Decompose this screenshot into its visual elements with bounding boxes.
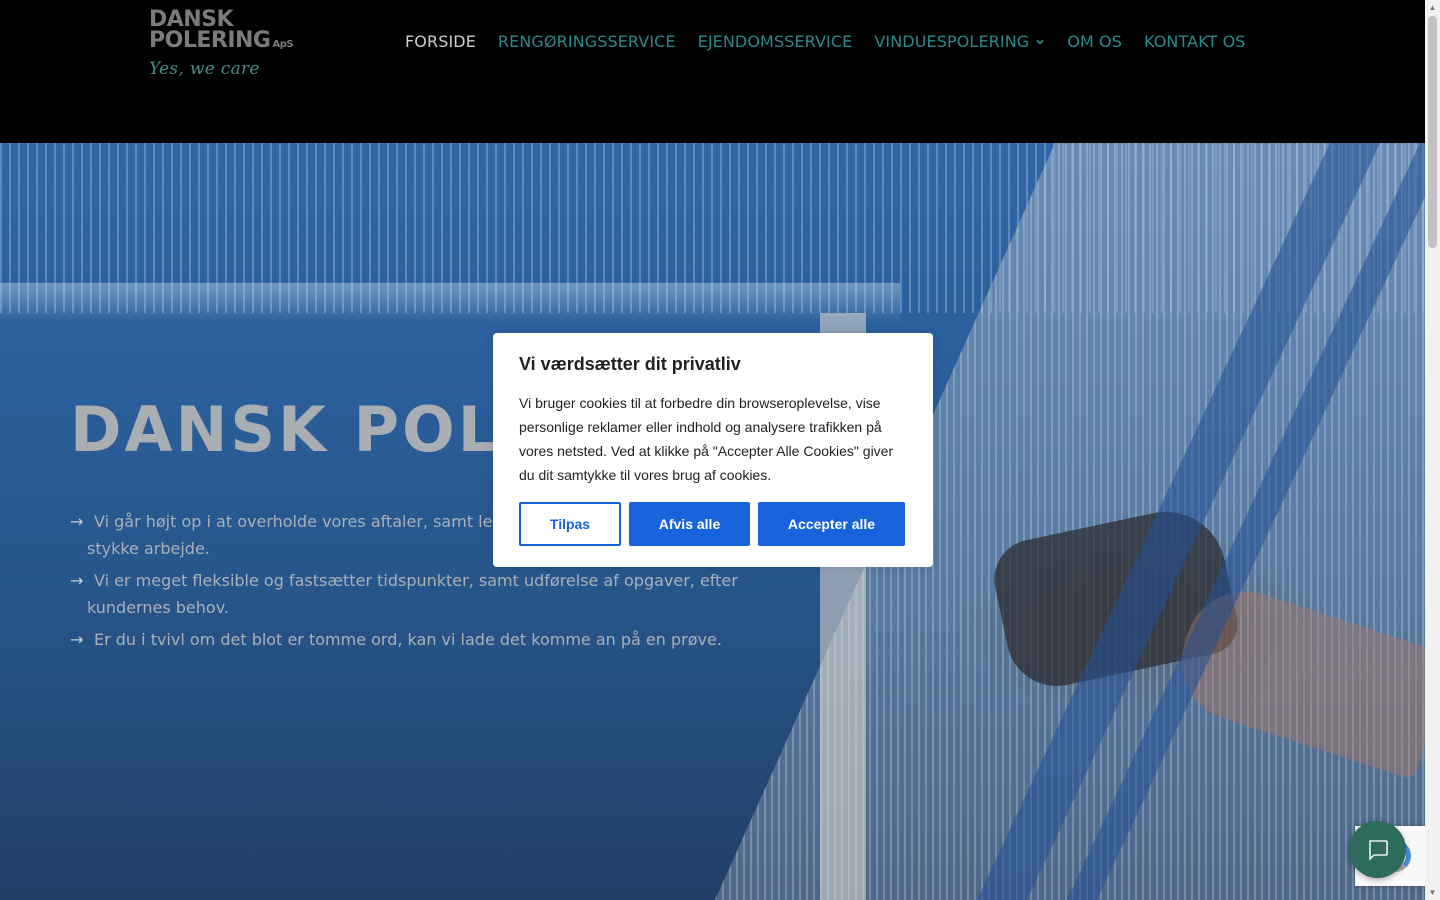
chevron-down-icon [1036,39,1044,45]
nav-item-forside[interactable]: FORSIDE [405,32,476,51]
bullet-line1: Vi er meget fleksible og fastsætter tids… [94,571,738,590]
customize-button[interactable]: Tilpas [519,502,621,546]
arrow-right-icon: → [70,571,84,590]
cookie-dialog-actions: Tilpas Afvis alle Accepter alle [519,502,905,546]
reject-all-button[interactable]: Afvis alle [629,502,750,546]
chat-button[interactable] [1349,821,1406,878]
arrow-right-icon: → [70,630,84,649]
logo-tagline: Yes, we care [149,59,260,79]
nav-item-vinduespolering[interactable]: VINDUESPOLERING [874,32,1045,51]
cookie-consent-dialog: Vi værdsætter dit privatliv Vi bruger co… [493,333,933,567]
site-logo[interactable]: DANSK POLERING ApS Yes, we care [149,7,299,80]
nav-item-kontakt-os[interactable]: KONTAKT OS [1144,32,1246,51]
nav-item-rengoringsservice[interactable]: RENGØRINGSSERVICE [498,32,676,51]
nav-item-vinduespolering-label: VINDUESPOLERING [874,32,1030,51]
scroll-up-arrow-icon[interactable]: ▲ [1425,0,1440,15]
logo-text-line2: POLERING ApS [149,30,299,55]
bullet-line2: kundernes behov. [87,598,229,617]
accept-all-button[interactable]: Accepter alle [758,502,905,546]
nav-item-om-os[interactable]: OM OS [1067,32,1122,51]
scroll-down-arrow-icon[interactable]: ▼ [1425,885,1440,900]
logo-word: POLERING [149,28,271,53]
list-item: → Er du i tvivl om det blot er tomme ord… [70,626,770,653]
logo-text-line1: DANSK [149,7,234,32]
page-scrollbar[interactable]: ▲ ▼ [1425,0,1440,900]
bullet-line1: Er du i tvivl om det blot er tomme ord, … [94,630,722,649]
cookie-dialog-title: Vi værdsætter dit privatliv [519,354,741,374]
hero-foam-edge [0,283,900,323]
cookie-dialog-body: Vi bruger cookies til at forbedre din br… [519,395,894,483]
list-item: → Vi er meget fleksible og fastsætter ti… [70,567,770,621]
chat-bubble-icon [1368,839,1388,861]
nav-item-ejendomsservice[interactable]: EJENDOMSSERVICE [698,32,853,51]
arrow-right-icon: → [70,512,84,531]
main-nav: FORSIDE RENGØRINGSSERVICE EJENDOMSSERVIC… [405,32,1246,51]
site-header: DANSK POLERING ApS Yes, we care FORSIDE R… [0,0,1425,143]
scroll-thumb[interactable] [1428,16,1437,248]
logo-suffix: ApS [272,39,294,50]
